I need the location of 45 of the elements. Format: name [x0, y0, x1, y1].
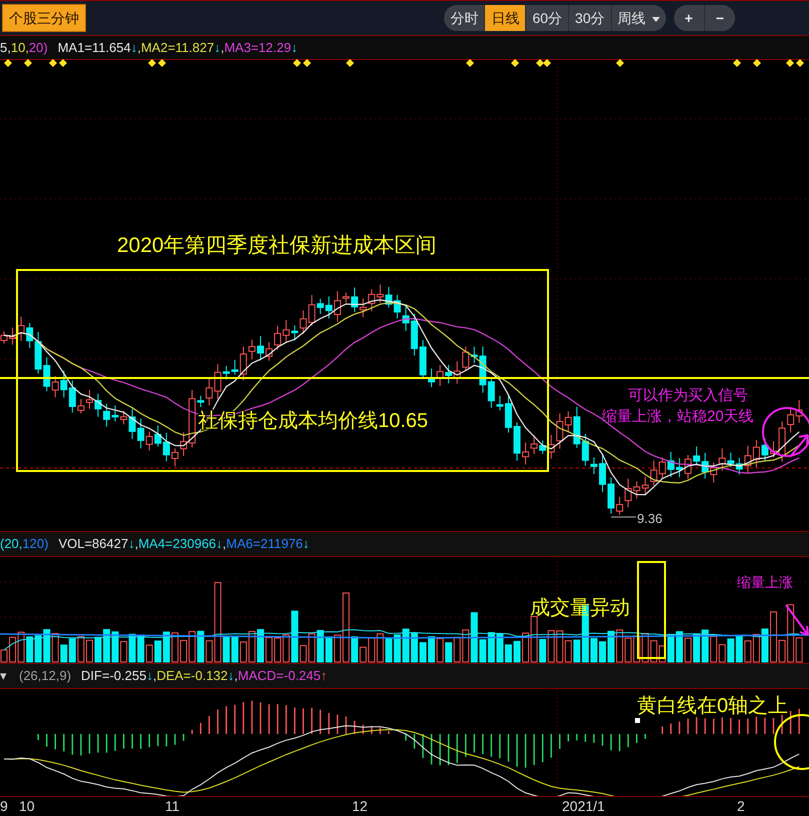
indicator-params: (26,12,9): [19, 667, 72, 685]
zoom-button[interactable]: +: [674, 5, 705, 31]
separator-text: ,: [134, 535, 138, 553]
stock-minute-button[interactable]: 个股三分钟: [2, 4, 86, 32]
trend-arrow: ↓: [146, 667, 153, 685]
volume-anomaly-label: 成交量异动: [530, 597, 630, 619]
indicator-value: MA3=12.29: [224, 39, 292, 57]
axis-label: 9: [0, 797, 8, 815]
period-tab[interactable]: 分时: [444, 5, 486, 31]
cost-zone-label: 2020年第四季度社保新进成本区间: [117, 234, 437, 257]
indicator-value: MACD=-0.245: [238, 667, 321, 685]
separator-text: ,: [222, 535, 226, 553]
indicator-params: 5,10,20): [0, 39, 48, 57]
trend-arrow: ↓: [216, 535, 223, 553]
trend-arrow: ↓: [130, 39, 138, 57]
axis-label: 12: [352, 797, 368, 815]
indicator-value: MA2=11.827: [140, 39, 214, 57]
indicator-value: MA4=230966: [138, 535, 216, 553]
signal-note: 可以作为买入信号: [628, 387, 748, 404]
indicator-value: DIF=-0.255: [81, 667, 146, 685]
trend-arrow: ↓: [302, 535, 310, 553]
separator-text: ,: [220, 39, 224, 57]
macd-note: 黄白线在0轴之上: [637, 695, 788, 717]
separator-text: ,: [234, 667, 238, 685]
indicator-value: VOL=86427: [58, 535, 128, 553]
axis-label: 10: [19, 797, 35, 815]
trend-arrow: ↑: [320, 667, 328, 685]
signal-note: 缩量上涨，站稳20天线: [602, 408, 754, 425]
trend-arrow: ↓: [214, 39, 221, 57]
indicator-value: MA6=211976: [226, 535, 303, 553]
separator-text: ,: [137, 39, 141, 57]
trend-arrow: ↓: [228, 667, 234, 685]
menu-caret[interactable]: ▾: [0, 664, 7, 688]
trend-arrow: ↓: [128, 535, 135, 553]
axis-label: 2: [737, 797, 745, 815]
axis-label: 2021/1: [562, 797, 605, 815]
volume-note: 缩量上涨: [737, 574, 793, 590]
indicator-value: MA1=11.654: [58, 39, 131, 57]
period-tab[interactable]: 日线: [485, 5, 526, 31]
indicator-params: (20,120): [0, 535, 48, 553]
indicator-value: DEA=-0.132: [156, 667, 228, 685]
separator-text: ,: [152, 667, 157, 685]
axis-label: 11: [165, 797, 180, 815]
low-price-label: 9.36: [637, 511, 662, 526]
trend-arrow: ↓: [291, 39, 298, 57]
